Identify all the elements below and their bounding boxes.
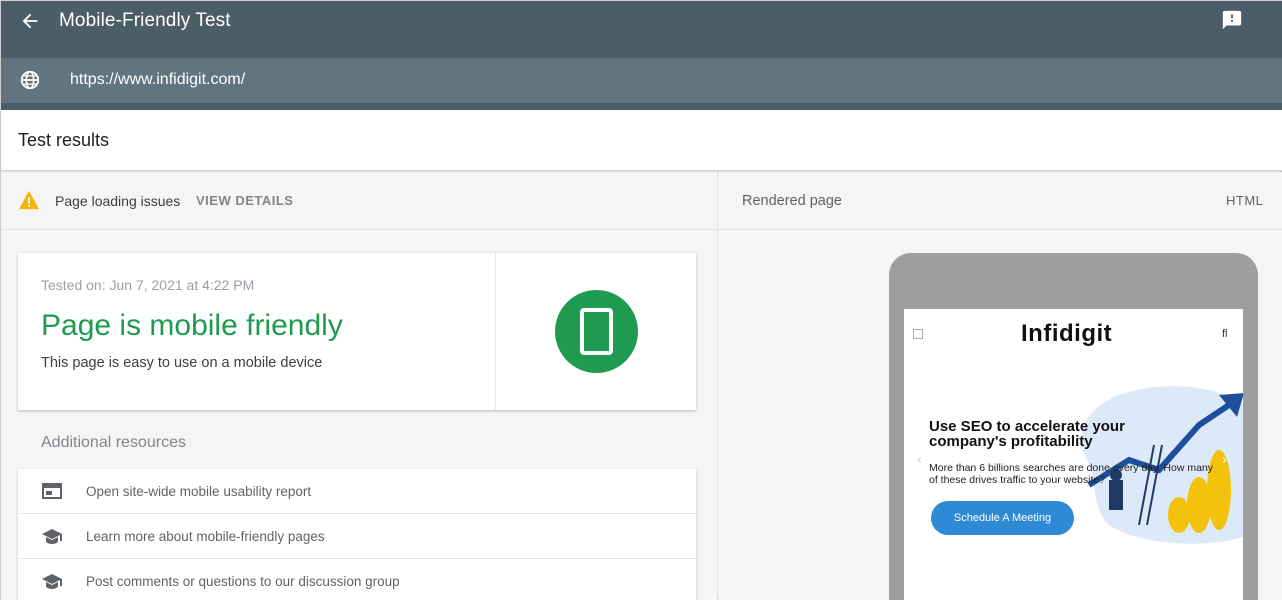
rendered-screenshot[interactable]: Infidigit fl ‹ › Use SEO to accelerate y… xyxy=(904,309,1243,600)
results-title: Test results xyxy=(18,130,110,150)
url-bar-edge xyxy=(1,103,1282,110)
tested-url[interactable]: https://www.infidigit.com/ xyxy=(70,71,245,89)
carousel-prev-icon[interactable]: ‹ xyxy=(917,451,922,467)
site-search-glyph: fl xyxy=(1222,328,1228,340)
schedule-meeting-button[interactable]: Schedule A Meeting xyxy=(931,501,1074,535)
result-description: This page is easy to use on a mobile dev… xyxy=(41,355,323,371)
site-logo: Infidigit xyxy=(1021,320,1113,347)
page-loading-issues-label: Page loading issues xyxy=(55,193,181,209)
resource-item-learn-more[interactable]: Learn more about mobile-friendly pages xyxy=(18,514,696,559)
resource-item-label: Learn more about mobile-friendly pages xyxy=(86,529,325,544)
rendered-page-panel: Rendered page HTML Infidigit fl ‹ › Use … xyxy=(719,172,1282,600)
phone-outline xyxy=(580,308,613,355)
results-header: Test results xyxy=(1,110,1282,171)
left-panel: Page loading issues VIEW DETAILS Tested … xyxy=(1,172,718,600)
phone-frame: Infidigit fl ‹ › Use SEO to accelerate y… xyxy=(889,253,1258,600)
feedback-icon[interactable] xyxy=(1221,9,1243,31)
resource-item-label: Post comments or questions to our discus… xyxy=(86,574,400,589)
graduation-cap-icon xyxy=(42,529,62,544)
resource-item-usability-report[interactable]: Open site-wide mobile usability report xyxy=(18,469,696,514)
app-title: Mobile-Friendly Test xyxy=(59,10,231,31)
url-bar: https://www.infidigit.com/ xyxy=(1,58,1282,103)
menu-icon xyxy=(913,329,923,339)
site-hero-headline: Use SEO to accelerate your company's pro… xyxy=(929,418,1125,450)
resource-item-discussion-group[interactable]: Post comments or questions to our discus… xyxy=(18,559,696,600)
warning-icon xyxy=(19,190,39,210)
resource-item-label: Open site-wide mobile usability report xyxy=(86,484,312,499)
tested-on-timestamp: Tested on: Jun 7, 2021 at 4:22 PM xyxy=(41,277,255,293)
card-divider xyxy=(495,253,496,410)
mobile-phone-icon xyxy=(555,290,638,373)
site-hero-subtext: More than 6 billions searches are done e… xyxy=(929,462,1214,486)
result-headline: Page is mobile friendly xyxy=(41,309,343,342)
view-details-button[interactable]: VIEW DETAILS xyxy=(196,193,293,208)
additional-resources-list: Open site-wide mobile usability report L… xyxy=(18,469,696,600)
additional-resources-title: Additional resources xyxy=(41,434,186,451)
page-loading-issues-bar: Page loading issues VIEW DETAILS xyxy=(1,172,718,230)
globe-icon xyxy=(20,70,40,90)
html-tab[interactable]: HTML xyxy=(1226,193,1263,208)
rendered-page-tab[interactable]: Rendered page xyxy=(742,193,842,209)
back-arrow-icon[interactable] xyxy=(19,10,41,32)
mobile-friendly-result-card: Tested on: Jun 7, 2021 at 4:22 PM Page i… xyxy=(18,253,696,410)
rendered-page-header: Rendered page HTML xyxy=(719,172,1282,230)
carousel-next-icon[interactable]: › xyxy=(1222,451,1227,467)
app-bar: Mobile-Friendly Test xyxy=(1,1,1282,58)
browser-window-icon xyxy=(42,483,62,499)
graduation-cap-icon xyxy=(42,574,62,589)
